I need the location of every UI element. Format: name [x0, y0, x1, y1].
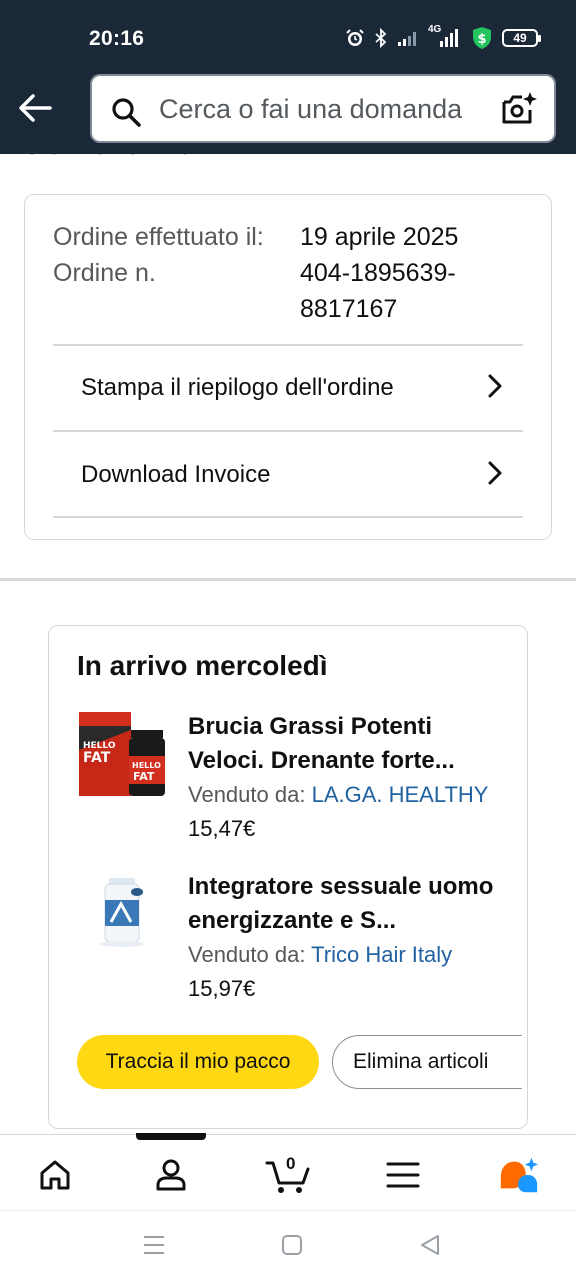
product-info: Brucia Grassi Potenti Veloci. Drenante f…	[188, 710, 508, 846]
seller-prefix: Venduto da:	[188, 942, 306, 967]
print-summary-label: Stampa il riepilogo dell'ordine	[81, 374, 394, 401]
product-seller: Venduto da: LA.GA. HEALTHY	[188, 778, 508, 812]
page-content[interactable]: dell'ordine Ordine effettuato il: Ordine…	[0, 154, 576, 1134]
download-invoice-row[interactable]: Download Invoice	[25, 432, 553, 518]
search-input[interactable]: Cerca o fai una domanda	[90, 74, 556, 143]
delete-items-button[interactable]: Elimina articoli	[332, 1035, 522, 1089]
chevron-right-icon	[487, 373, 503, 404]
bluetooth-icon	[374, 28, 388, 48]
search-icon	[110, 96, 142, 133]
order-info-card: Ordine effettuato il: Ordine n. 19 april…	[24, 194, 552, 540]
product-name[interactable]: Brucia Grassi Potenti Veloci. Drenante f…	[188, 710, 508, 778]
svg-text:$: $	[477, 32, 486, 47]
page-title: dell'ordine	[24, 154, 195, 163]
arrival-card: In arrivo mercoledì HELLO FAT HELLO FAT …	[48, 625, 528, 1129]
system-nav-bar	[0, 1210, 576, 1280]
order-labels: Ordine effettuato il: Ordine n.	[53, 219, 273, 291]
signal-icon	[397, 29, 419, 47]
back-arrow-icon[interactable]	[16, 88, 56, 128]
track-package-button[interactable]: Traccia il mio pacco	[77, 1035, 319, 1089]
svg-text:FAT: FAT	[83, 750, 111, 766]
product-price: 15,47€	[188, 816, 256, 841]
status-time: 20:16	[89, 27, 145, 50]
menu-icon[interactable]	[381, 1153, 425, 1197]
shield-dollar-icon: $	[471, 26, 493, 50]
signal-4g-icon: 4G	[428, 24, 462, 49]
product-info: Integratore sessuale uomo energizzante e…	[188, 870, 508, 1006]
order-date-label: Ordine effettuato il:	[53, 223, 264, 251]
order-values: 19 aprile 2025 404-1895639-8817167	[300, 219, 500, 327]
seller-link[interactable]: Trico Hair Italy	[311, 942, 452, 967]
status-icons: 4G $ 49	[345, 24, 541, 51]
divider	[53, 516, 523, 518]
bottom-nav: 0	[0, 1133, 576, 1210]
order-date-value: 19 aprile 2025	[300, 223, 459, 251]
alarm-icon	[345, 28, 365, 48]
download-invoice-label: Download Invoice	[81, 461, 271, 488]
home-square-icon[interactable]	[280, 1233, 304, 1262]
active-tab-indicator	[136, 1133, 206, 1140]
product-image[interactable]: HELLO FAT HELLO FAT	[77, 710, 169, 802]
svg-text:HELLO: HELLO	[132, 761, 161, 770]
chevron-right-icon	[487, 460, 503, 491]
print-summary-row[interactable]: Stampa il riepilogo dell'ordine	[25, 345, 553, 431]
rufus-icon[interactable]	[497, 1153, 541, 1197]
cart-count: 0	[286, 1154, 296, 1173]
section-divider	[0, 578, 576, 581]
product-seller: Venduto da: Trico Hair Italy	[188, 938, 508, 972]
order-number-value: 404-1895639-8817167	[300, 259, 456, 323]
svg-text:FAT: FAT	[133, 770, 155, 783]
seller-link[interactable]: LA.GA. HEALTHY	[312, 782, 489, 807]
recents-icon[interactable]	[142, 1233, 166, 1262]
search-placeholder: Cerca o fai una domanda	[159, 94, 463, 124]
arrival-title: In arrivo mercoledì	[77, 650, 328, 681]
battery-icon: 49	[502, 29, 541, 47]
status-bar: 20:16 4G $ 49	[0, 0, 576, 70]
account-icon[interactable]	[149, 1153, 193, 1197]
product-image[interactable]	[77, 870, 169, 962]
order-number-label: Ordine n.	[53, 259, 156, 287]
camera-icon[interactable]	[500, 90, 538, 133]
product-price: 15,97€	[188, 976, 256, 1001]
header: Cerca o fai una domanda	[0, 70, 576, 154]
home-icon[interactable]	[33, 1153, 77, 1197]
product-name[interactable]: Integratore sessuale uomo energizzante e…	[188, 870, 508, 938]
seller-prefix: Venduto da:	[188, 782, 306, 807]
back-triangle-icon[interactable]	[418, 1233, 442, 1262]
